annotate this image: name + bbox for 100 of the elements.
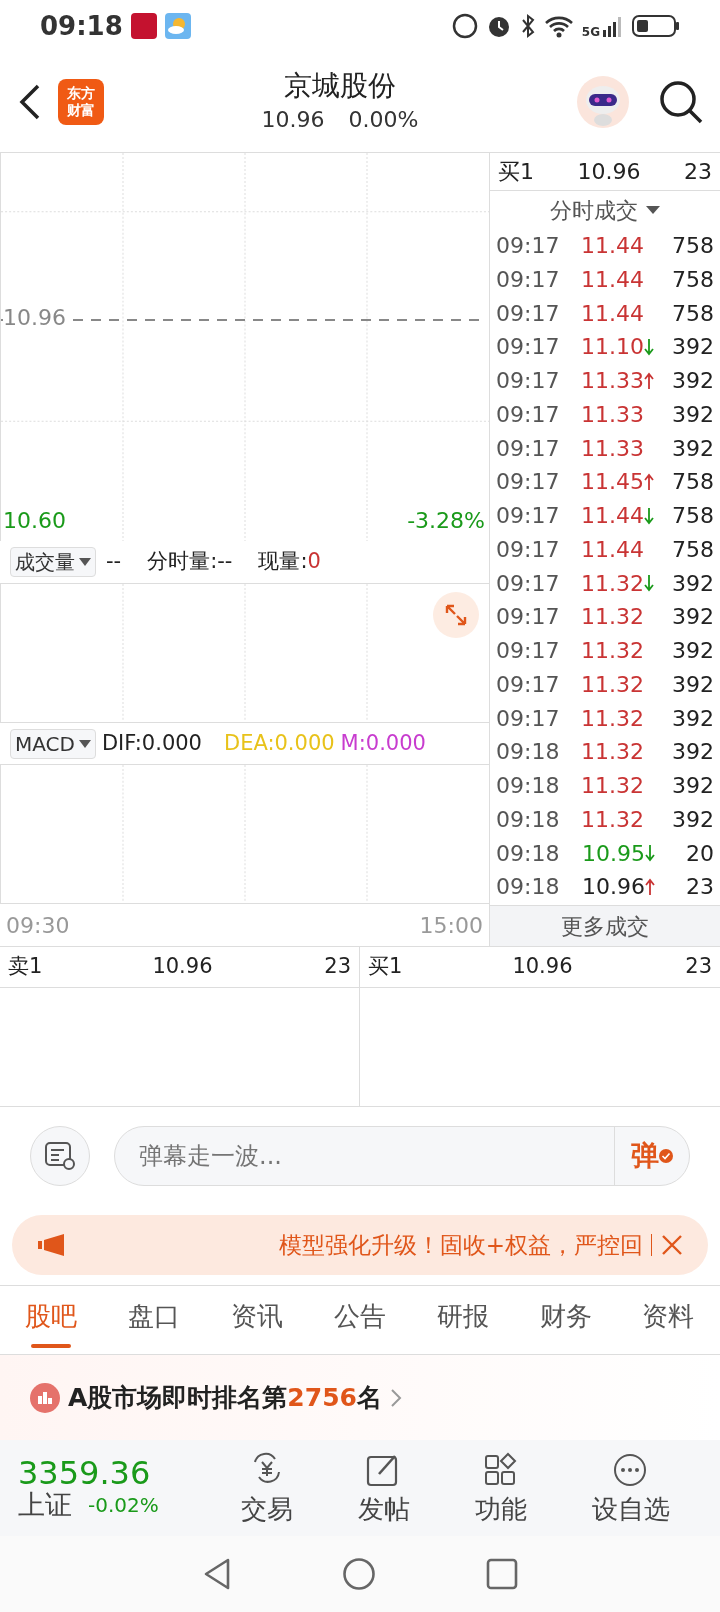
search-icon [658, 79, 704, 125]
trade-time: 09:17 [496, 434, 561, 463]
index-ticker[interactable]: 3359.36 上证 -0.02% [18, 1456, 208, 1520]
index-change: -0.02% [88, 1492, 159, 1519]
axis-low-price: 10.60 [3, 507, 66, 535]
indicator-dropdown[interactable]: 成交量 [10, 546, 96, 577]
indicator-dropdown[interactable]: MACD [10, 728, 96, 759]
home-nav-button[interactable] [342, 1557, 376, 1591]
trade-time: 09:17 [496, 265, 561, 294]
m-value: M:0.000 [340, 729, 426, 757]
ranking-icon [30, 1382, 60, 1413]
danmaku-send-button[interactable]: 弹 [614, 1127, 689, 1185]
search-button[interactable] [658, 79, 704, 125]
toolbar-button[interactable]: 设自选 [591, 1452, 670, 1524]
trade-price: 11.32 [581, 772, 644, 800]
trade-volume: 758 [672, 299, 714, 328]
trade-price: 11.44 [581, 299, 644, 328]
trade-time: 09:17 [496, 502, 561, 530]
status-time: 09:18 [40, 9, 123, 43]
trade-time: 09:18 [496, 772, 561, 800]
trade-volume: 392 [672, 738, 714, 767]
home-circle-icon [342, 1557, 376, 1591]
toolbar-button[interactable]: 发帖 [357, 1452, 410, 1524]
trade-price: 11.32 [581, 637, 644, 665]
battery-icon [632, 13, 680, 39]
trade-volume: 758 [672, 468, 714, 497]
trade-volume: 758 [672, 502, 714, 530]
trade-volume: 758 [672, 232, 714, 260]
trade-time: 09:17 [496, 603, 561, 632]
caret-icon [78, 738, 91, 749]
expand-icon [444, 602, 468, 627]
trade-volume: 392 [672, 367, 714, 395]
trade-volume: 392 [672, 400, 714, 429]
order-volume: 23 [685, 953, 712, 981]
trade-price: 11.45 [581, 468, 644, 497]
minute-volume: 分时量:-- [147, 548, 233, 576]
stock-change: 0.00% [348, 105, 419, 134]
tab[interactable]: 财务 [533, 1290, 598, 1350]
trade-volume: 392 [672, 333, 714, 362]
back-triangle-icon [202, 1557, 232, 1591]
trade-time: 09:17 [496, 569, 561, 598]
trade-price: 11.44 [581, 535, 644, 564]
dif-value: DIF:0.000 [101, 729, 202, 757]
back-nav-button[interactable] [202, 1557, 232, 1591]
trade-price: 11.32 [581, 704, 644, 733]
time-axis-label: 15:00 [419, 911, 483, 940]
tab[interactable]: 研报 [430, 1290, 495, 1350]
trade-price: 11.32 [581, 805, 644, 834]
bluetooth-icon [519, 13, 536, 39]
app-notification-icon [130, 13, 157, 39]
signal-icon [602, 14, 624, 38]
tab[interactable]: 资料 [636, 1290, 701, 1350]
trade-time: 09:17 [496, 333, 561, 362]
recents-nav-button[interactable] [486, 1558, 518, 1590]
stock-name: 京城股份 [284, 68, 396, 103]
trade-time: 09:17 [496, 637, 561, 665]
order-price: 10.96 [512, 953, 573, 981]
toolbar-button[interactable]: 交易 [240, 1452, 293, 1524]
tab[interactable]: 公告 [327, 1290, 392, 1350]
trade-time: 09:18 [496, 839, 561, 868]
trade-time: 09:17 [496, 535, 561, 564]
trade-volume: 392 [672, 670, 714, 699]
trade-time: 09:17 [496, 468, 561, 497]
volume-value: -- [106, 548, 122, 576]
axis-low-percent: -3.28% [407, 507, 485, 535]
more-trades-button[interactable]: 更多成交 [490, 905, 720, 946]
trade-price: 11.32 [581, 738, 644, 767]
toolbar-button[interactable]: 功能 [474, 1452, 527, 1524]
check-icon [659, 1149, 673, 1163]
danmaku-settings-icon [44, 1141, 76, 1171]
order-level-label: 买1 [368, 953, 403, 981]
caret-icon [79, 556, 91, 567]
bid-volume: 23 [684, 158, 712, 186]
order-volume: 23 [324, 953, 351, 981]
tab[interactable]: 盘口 [122, 1290, 187, 1350]
trade-price: 10.95 [582, 839, 645, 868]
order-price: 10.96 [152, 953, 213, 981]
trade-volume: 758 [672, 265, 714, 294]
recents-square-icon [486, 1558, 518, 1590]
trade-price: 11.33 [581, 400, 644, 429]
trade-time: 09:17 [496, 367, 561, 395]
trade-volume: 392 [672, 704, 714, 733]
app-logo: 东方 财富 [58, 79, 104, 125]
trade-mode-dropdown[interactable]: 分时成交 [490, 191, 720, 229]
dea-value: DEA:0.000 [223, 729, 335, 757]
index-value: 3359.36 [18, 1456, 151, 1490]
robot-avatar-icon[interactable] [576, 75, 630, 129]
trade-volume: 392 [672, 603, 714, 632]
notice-text: 模型强化升级！固收+权益，严控回 [278, 1230, 643, 1260]
tab[interactable]: 股吧 [19, 1290, 84, 1350]
trade-price: 11.10 [581, 333, 644, 362]
current-volume: 现量:0 [258, 548, 321, 576]
chevron-right-icon [389, 1387, 402, 1408]
tab[interactable]: 资讯 [225, 1290, 290, 1350]
trade-time: 09:17 [496, 232, 561, 260]
trade-time: 09:18 [496, 873, 561, 902]
danmaku-input-field[interactable]: 弹幕走一波... 弹 [114, 1126, 690, 1186]
expand-button[interactable] [433, 591, 479, 638]
index-name: 上证 [18, 1490, 72, 1520]
trade-price: 10.96 [582, 873, 645, 902]
